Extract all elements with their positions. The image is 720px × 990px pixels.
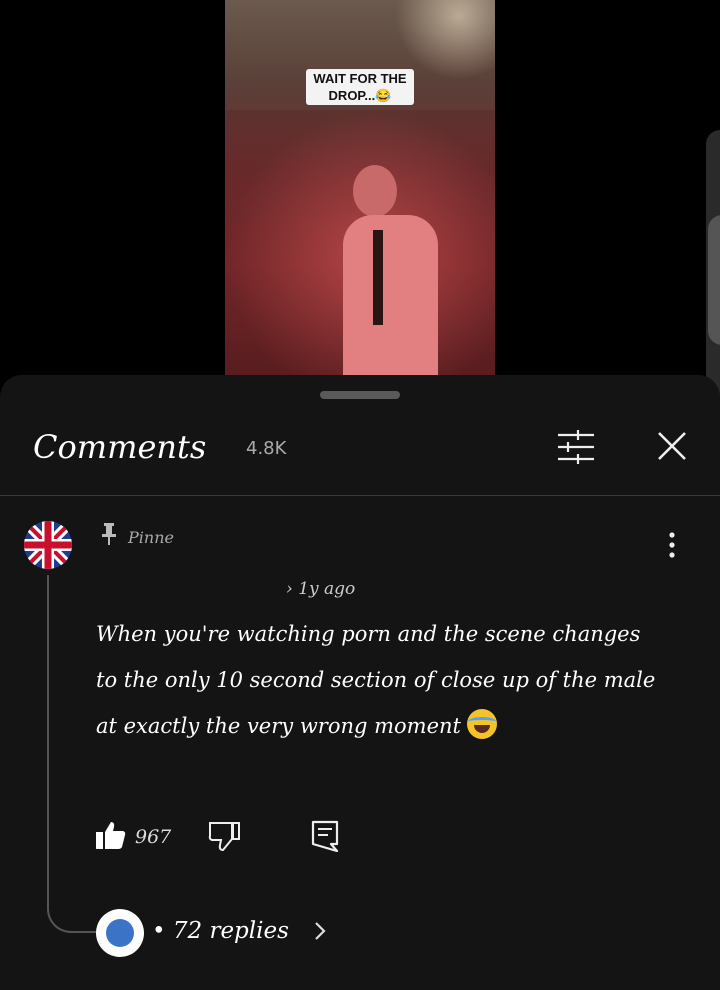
drag-handle[interactable] [320,391,400,399]
chevron-right-icon[interactable] [312,920,328,942]
comment-time: › 1y ago [286,579,356,599]
comment-icon[interactable] [311,820,339,853]
dancer-tie [373,230,383,325]
dancer-body [343,215,438,378]
comment-count: 4.8K [246,438,287,459]
dancer-head [353,165,397,217]
more-vert-icon[interactable] [660,530,684,560]
laughing-emoji-icon [466,709,497,739]
close-icon[interactable] [656,430,688,462]
replies-link[interactable]: • 72 replies [152,916,289,946]
sliders-icon[interactable] [556,429,596,465]
video-caption: WAIT FOR THE DROP...😂 [306,69,414,105]
video-player[interactable]: WAIT FOR THE DROP...😂 [225,0,495,378]
thread-line [47,575,99,933]
pin-icon [102,523,116,545]
comment-text: When you're watching porn and the scene … [96,611,656,749]
header-divider [0,495,720,496]
replier-avatar[interactable] [96,909,144,957]
avatar[interactable] [24,521,72,569]
comments-sheet: Comments 4.8K Pinne › 1y ago When you're… [0,375,720,990]
sheet-title: Comments [33,428,207,466]
comment-body: When you're watching porn and the scene … [96,622,656,738]
thumbs-up-icon[interactable] [96,821,126,849]
thumbs-down-icon[interactable] [208,821,240,852]
like-count: 967 [135,826,172,848]
string-lights [375,0,495,80]
pinned-label: Pinne [128,528,174,547]
